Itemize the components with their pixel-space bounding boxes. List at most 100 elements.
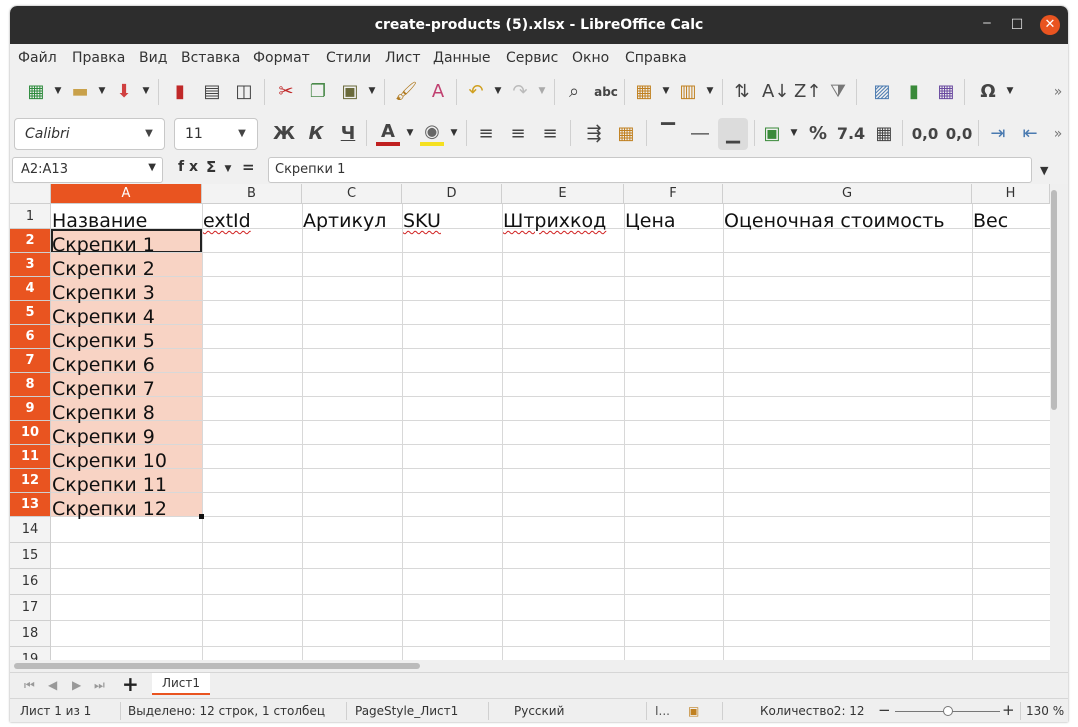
cell-a1[interactable]: Название <box>52 210 147 232</box>
column-dropdown-icon[interactable]: ▼ <box>706 86 714 96</box>
find-replace-icon[interactable]: ⌕ <box>562 80 586 104</box>
menu-help[interactable]: Справка <box>625 50 687 66</box>
row-header-5[interactable]: 5 <box>10 301 51 325</box>
next-sheet-icon[interactable]: ▶ <box>72 678 81 692</box>
autofilter-icon[interactable]: ⧩ <box>826 80 850 104</box>
row-header-3[interactable]: 3 <box>10 253 51 277</box>
zoom-slider-knob[interactable] <box>943 706 953 716</box>
align-center-icon[interactable]: ≡ <box>506 122 530 146</box>
open-dropdown-icon[interactable]: ▼ <box>98 86 106 96</box>
cell-f1[interactable]: Цена <box>625 210 676 232</box>
insert-image-icon[interactable]: ▨ <box>870 80 894 104</box>
sum-icon[interactable]: Σ <box>206 158 216 176</box>
menu-data[interactable]: Данные <box>433 50 491 66</box>
cell-b1[interactable]: extId <box>203 210 251 232</box>
sheet-tab-1[interactable]: Лист1 <box>152 673 210 695</box>
horizontal-scrollbar[interactable] <box>10 660 1068 672</box>
maximize-button[interactable]: ☐ <box>1008 16 1026 34</box>
align-left-icon[interactable]: ≡ <box>474 122 498 146</box>
name-box-dropdown-icon[interactable]: ▼ <box>148 162 156 173</box>
zoom-level[interactable]: 130 % <box>1026 704 1064 718</box>
save-dropdown-icon[interactable]: ▼ <box>142 86 150 96</box>
row-header-8[interactable]: 8 <box>10 373 51 397</box>
row-header-2[interactable]: 2 <box>10 229 51 253</box>
currency-dropdown-icon[interactable]: ▼ <box>790 128 798 138</box>
column-header-h[interactable]: H <box>972 184 1050 204</box>
font-size-combo[interactable]: 11 ▼ <box>174 118 258 150</box>
paste-icon[interactable]: ▣ <box>338 80 362 104</box>
date-format-icon[interactable]: ▦ <box>872 122 896 146</box>
open-folder-icon[interactable]: ▬ <box>68 80 92 104</box>
increase-indent-icon[interactable]: ⇥ <box>986 122 1010 146</box>
row-header-12[interactable]: 12 <box>10 469 51 493</box>
clone-formatting-icon[interactable]: 🖌 <box>394 80 418 104</box>
align-bottom-icon[interactable]: ▁ <box>718 118 748 150</box>
align-middle-icon[interactable]: ― <box>688 122 712 146</box>
row-header-17[interactable]: 17 <box>10 595 51 621</box>
first-sheet-icon[interactable]: ⏮ <box>24 678 35 693</box>
font-name-combo[interactable]: Calibri ▼ <box>14 118 165 150</box>
expand-formula-icon[interactable]: ▼ <box>1040 164 1048 177</box>
paste-dropdown-icon[interactable]: ▼ <box>368 86 376 96</box>
zoom-out-button[interactable]: − <box>878 701 891 719</box>
cell-a13[interactable]: Скрепки 12 <box>52 498 167 520</box>
highlight-dropdown-icon[interactable]: ▼ <box>450 128 458 138</box>
sort-ascending-icon[interactable]: A↓ <box>762 80 789 104</box>
menu-format[interactable]: Формат <box>253 50 310 66</box>
new-document-icon[interactable]: ▦ <box>24 80 48 104</box>
currency-format-icon[interactable]: ▣ <box>760 122 784 146</box>
number-format-button[interactable]: 7.4 <box>836 122 866 146</box>
menu-view[interactable]: Вид <box>139 50 167 66</box>
cell-g1[interactable]: Оценочная стоимость <box>724 210 945 232</box>
row-header-10[interactable]: 10 <box>10 421 51 445</box>
menu-edit[interactable]: Правка <box>72 50 125 66</box>
new-dropdown-icon[interactable]: ▼ <box>54 86 62 96</box>
row-header-13[interactable]: 13 <box>10 493 51 517</box>
select-all-corner[interactable] <box>10 184 51 204</box>
cell-d1[interactable]: SKU <box>403 210 441 232</box>
row-icon[interactable]: ▦ <box>632 80 656 104</box>
fill-handle[interactable] <box>199 514 204 519</box>
copy-icon[interactable]: ❐ <box>306 80 330 104</box>
cell-a7[interactable]: Скрепки 6 <box>52 354 155 376</box>
font-color-dropdown-icon[interactable]: ▼ <box>406 128 414 138</box>
cell-a8[interactable]: Скрепки 7 <box>52 378 155 400</box>
previous-sheet-icon[interactable]: ◀ <box>48 678 57 692</box>
column-header-c[interactable]: C <box>302 184 402 204</box>
highlight-color-icon[interactable]: ◉ <box>420 120 444 146</box>
last-sheet-icon[interactable]: ⏭ <box>94 678 105 693</box>
undo-icon[interactable]: ↶ <box>464 80 488 104</box>
menu-styles[interactable]: Стили <box>326 50 371 66</box>
align-top-icon[interactable]: ▔ <box>656 122 680 146</box>
page-style[interactable]: PageStyle_Лист1 <box>355 704 458 718</box>
horizontal-scroll-thumb[interactable] <box>14 663 420 669</box>
italic-button[interactable]: К <box>304 122 328 146</box>
cell-e1[interactable]: Штрихкод <box>503 210 606 232</box>
menu-file[interactable]: Файл <box>18 50 57 66</box>
column-header-g[interactable]: G <box>723 184 972 204</box>
row-dropdown-icon[interactable]: ▼ <box>662 86 670 96</box>
menu-window[interactable]: Окно <box>572 50 609 66</box>
name-box[interactable]: A2:A13 ▼ <box>12 157 163 183</box>
font-color-icon[interactable]: A <box>376 120 400 146</box>
column-icon[interactable]: ▥ <box>676 80 700 104</box>
cell-a6[interactable]: Скрепки 5 <box>52 330 155 352</box>
delete-decimal-button[interactable]: 0,0 <box>944 122 974 146</box>
print-icon[interactable]: ▤ <box>200 80 224 104</box>
row-header-6[interactable]: 6 <box>10 325 51 349</box>
toolbar-overflow-icon[interactable]: » <box>1046 80 1068 104</box>
add-sheet-button[interactable]: + <box>122 674 139 694</box>
special-character-dropdown-icon[interactable]: ▼ <box>1006 86 1014 96</box>
wrap-text-icon[interactable]: ⇶ <box>582 122 606 146</box>
redo-icon[interactable]: ↷ <box>508 80 532 104</box>
row-header-9[interactable]: 9 <box>10 397 51 421</box>
column-header-d[interactable]: D <box>402 184 502 204</box>
cell-a12[interactable]: Скрепки 11 <box>52 474 167 496</box>
save-icon[interactable]: ⬇ <box>112 80 136 104</box>
pivot-table-icon[interactable]: ▦ <box>934 80 958 104</box>
formula-icon[interactable]: = <box>242 158 255 176</box>
row-header-7[interactable]: 7 <box>10 349 51 373</box>
cell-h1[interactable]: Вес <box>973 210 1008 232</box>
function-wizard-icon[interactable]: f x <box>178 159 198 175</box>
language-status[interactable]: Русский <box>514 704 564 718</box>
